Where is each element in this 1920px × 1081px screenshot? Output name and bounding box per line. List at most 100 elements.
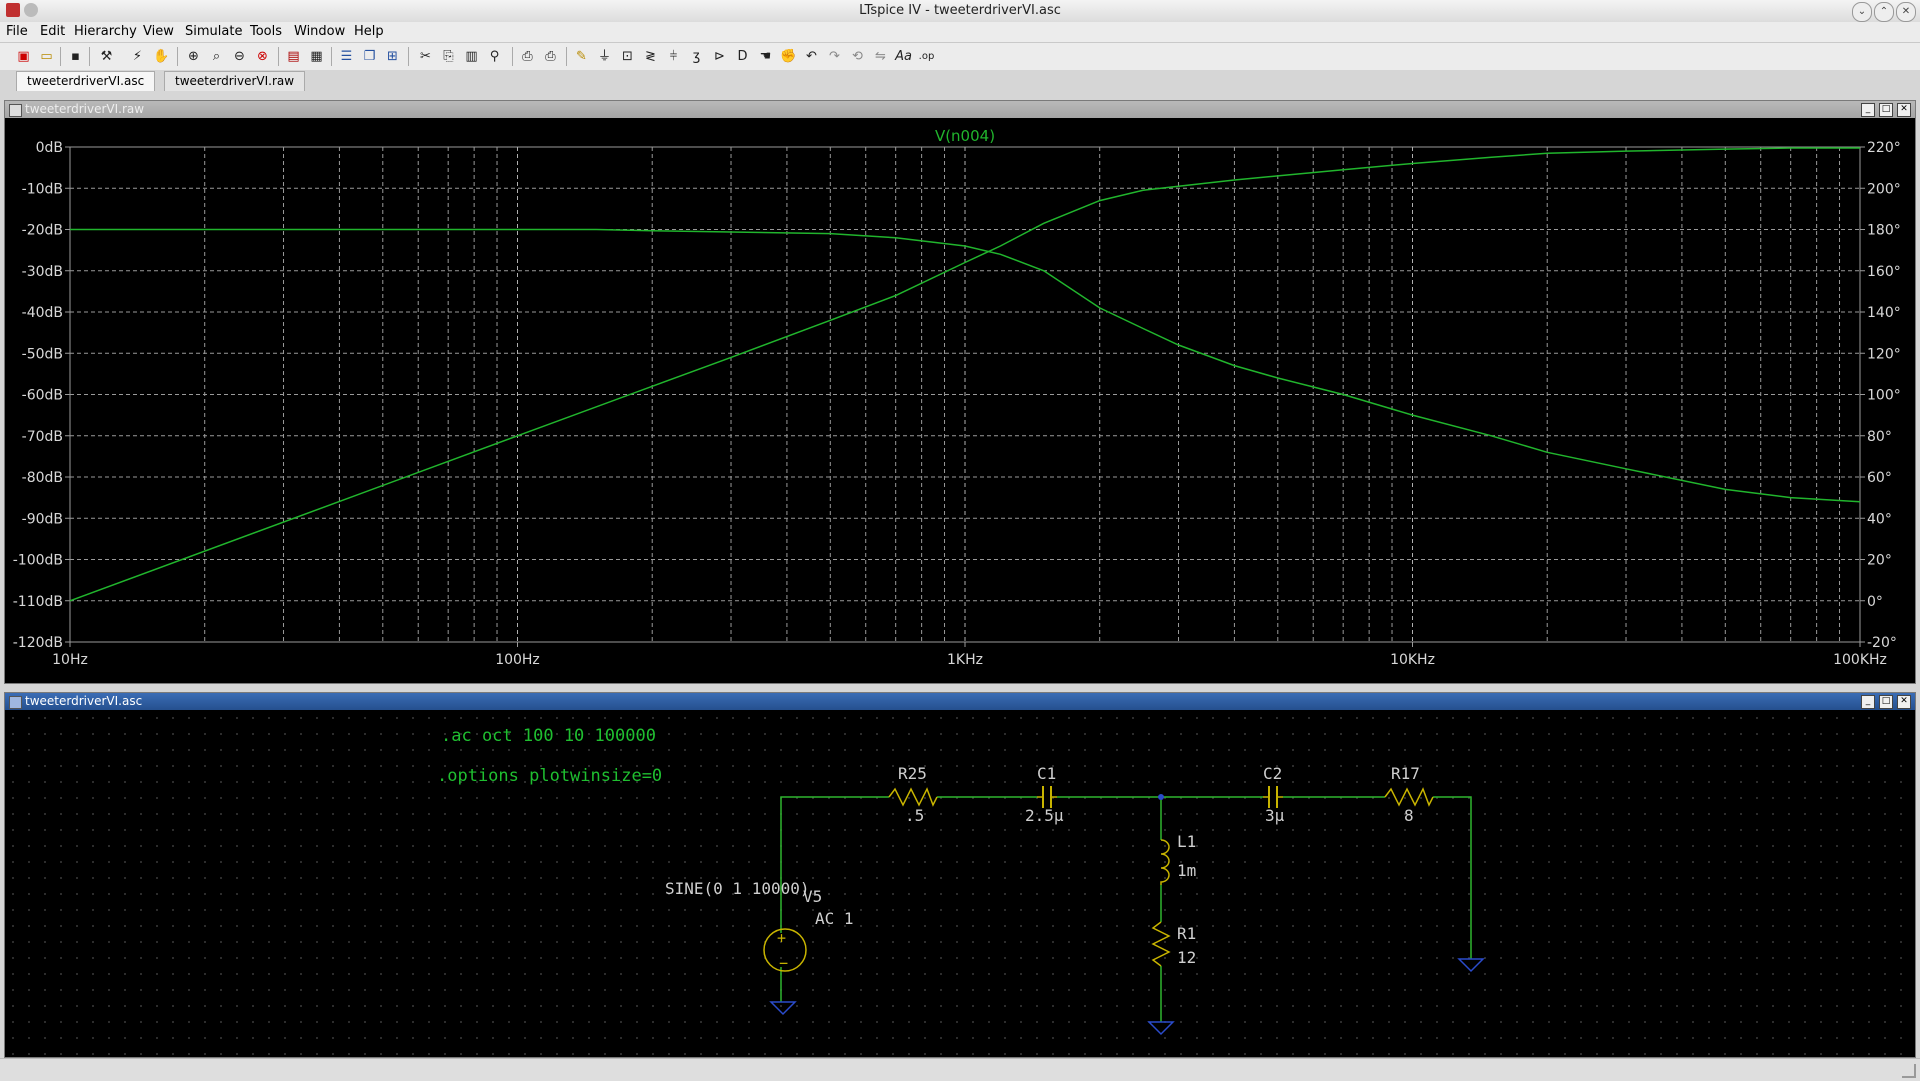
minimize-icon[interactable]: ⌄ [1852,2,1872,22]
y-tick-label: -60dB [22,388,63,404]
ground-symbol[interactable] [1147,1021,1175,1036]
resistor-r25[interactable]: R25 .5 [888,764,938,825]
schematic-window-icon[interactable] [9,696,22,709]
y-tick-label: -70dB [22,429,63,445]
resistor-r1[interactable]: R1 12 [1151,921,1196,967]
text-icon[interactable]: Aa [894,47,913,66]
plot-close-icon[interactable]: ✕ [1897,103,1911,117]
zoom-in-icon[interactable]: ⊕ [184,47,203,66]
label-net-icon[interactable]: ⊡ [618,47,637,66]
waveform-plot[interactable]: 0dB -10dB -20dB -30dB -40dB -50dB -60dB -70dB -8… [5,118,1915,683]
r25-value: .5 [905,806,924,825]
voltage-source-v5[interactable]: + − SINE(0 1 10000) V5 AC 1 [665,879,854,972]
plot-window-icon[interactable] [9,104,22,117]
toolbar-separator [512,47,513,66]
copy-icon[interactable]: ⎘ [439,47,458,66]
spice-directive-icon[interactable]: .op [917,47,936,66]
new-schematic-icon[interactable]: ▣ [14,47,33,66]
options-directive[interactable]: .options plotwinsize=0 [437,766,662,786]
schematic-window-titlebar[interactable]: tweeterdriverVI.asc _ □ ✕ [5,693,1915,710]
capacitor-c2[interactable]: C2 3µ [1263,764,1285,825]
c2-value: 3µ [1265,806,1285,825]
ground-symbol[interactable] [769,1001,797,1016]
plot-minimize-icon[interactable]: _ [1861,103,1875,117]
zoom-fit-icon[interactable]: ⌕ [207,47,226,66]
autorange-icon[interactable]: ▤ [284,47,303,66]
drag-icon[interactable]: ✊ [779,47,798,66]
schematic-maximize-icon[interactable]: □ [1879,695,1893,709]
plot-window-titlebar[interactable]: tweeterdriverVI.raw _ □ ✕ [5,101,1915,118]
zoom-out-icon[interactable]: ⊖ [230,47,249,66]
y2-tick-label: 40° [1867,511,1892,527]
l1-value: 1m [1177,861,1196,880]
capacitor-icon[interactable]: ⫩ [664,47,683,66]
open-icon[interactable]: ▭ [37,47,56,66]
resize-grip-icon[interactable] [1902,1064,1916,1078]
plot-maximize-icon[interactable]: □ [1879,103,1893,117]
r1-value: 12 [1177,948,1196,967]
tile-horizontal-icon[interactable]: ☰ [337,47,356,66]
tab-raw[interactable]: tweeterdriverVI.raw [164,71,306,91]
menu-tools[interactable]: Tools [250,24,282,39]
resistor-r17-symbol [1384,787,1434,807]
component-icon[interactable]: D [733,47,752,66]
menu-file[interactable]: File [6,24,28,39]
y-tick-label: 0dB [36,140,63,156]
print-icon[interactable]: ▦ [307,47,326,66]
diode-icon[interactable]: ⊳ [710,47,729,66]
menu-simulate[interactable]: Simulate [185,24,242,39]
y2-tick-label: -20° [1867,635,1897,651]
resistor-icon[interactable]: ≷ [641,47,660,66]
x-tick-label: 100KHz [1833,652,1887,668]
mirror-icon[interactable]: ⇋ [871,47,890,66]
menu-help[interactable]: Help [354,24,384,39]
move-icon[interactable]: ☚ [756,47,775,66]
undo-icon[interactable]: ↶ [802,47,821,66]
resistor-r17[interactable]: R17 8 [1384,764,1434,825]
schematic-close-icon[interactable]: ✕ [1897,695,1911,709]
wire[interactable] [1433,796,1472,959]
y2-tick-label: 0° [1867,594,1883,610]
r17-value: 8 [1404,806,1414,825]
ground-icon[interactable]: ⏚ [595,47,614,66]
toolbar-separator [566,47,567,66]
find-icon[interactable]: ⚲ [485,47,504,66]
tab-schematic[interactable]: tweeterdriverVI.asc [16,71,156,91]
cut-icon[interactable]: ✂ [416,47,435,66]
menu-view[interactable]: View [143,24,174,39]
maximize-icon[interactable]: ⌃ [1874,2,1894,22]
tile-vertical-icon[interactable]: ⊞ [383,47,402,66]
ground-symbol[interactable] [1457,958,1485,973]
print-setup-icon[interactable]: ⎙ [518,47,537,66]
menu-edit[interactable]: Edit [40,24,65,39]
run-icon[interactable]: ⚡ [128,47,147,66]
y-tick-label: -80dB [22,470,63,486]
menu-window[interactable]: Window [294,24,345,39]
redo-icon[interactable]: ↷ [825,47,844,66]
r17-ref: R17 [1391,764,1420,783]
y2-tick-label: 80° [1867,429,1892,445]
close-icon[interactable]: ✕ [1896,2,1916,22]
save-icon[interactable]: ▪ [66,47,85,66]
plus-sign: + [777,929,786,947]
status-bar [0,1058,1920,1081]
capacitor-c1[interactable]: C1 2.5µ [1025,764,1064,825]
control-panel-icon[interactable]: ⚒ [97,47,116,66]
r25-ref: R25 [898,764,927,783]
paste-icon[interactable]: ▥ [462,47,481,66]
draw-wire-icon[interactable]: ✎ [572,47,591,66]
ac-directive[interactable]: .ac oct 100 10 100000 [441,726,656,746]
inductor-l1[interactable]: L1 1m [1160,832,1196,885]
trace-title: V(n004) [935,127,995,145]
toolbar-separator [408,47,409,66]
inductor-icon[interactable]: ʒ [687,47,706,66]
cascade-icon[interactable]: ❐ [360,47,379,66]
schematic-minimize-icon[interactable]: _ [1861,695,1875,709]
print-preview-icon[interactable]: ⎙ [541,47,560,66]
zoom-cancel-icon[interactable]: ⊗ [253,47,272,66]
toolbar-separator [278,47,279,66]
rotate-icon[interactable]: ⟲ [848,47,867,66]
schematic-canvas[interactable]: .ac oct 100 10 100000 .options plotwinsi… [5,710,1915,1057]
menu-hierarchy[interactable]: Hierarchy [74,24,137,39]
halt-icon[interactable]: ✋ [152,47,171,66]
